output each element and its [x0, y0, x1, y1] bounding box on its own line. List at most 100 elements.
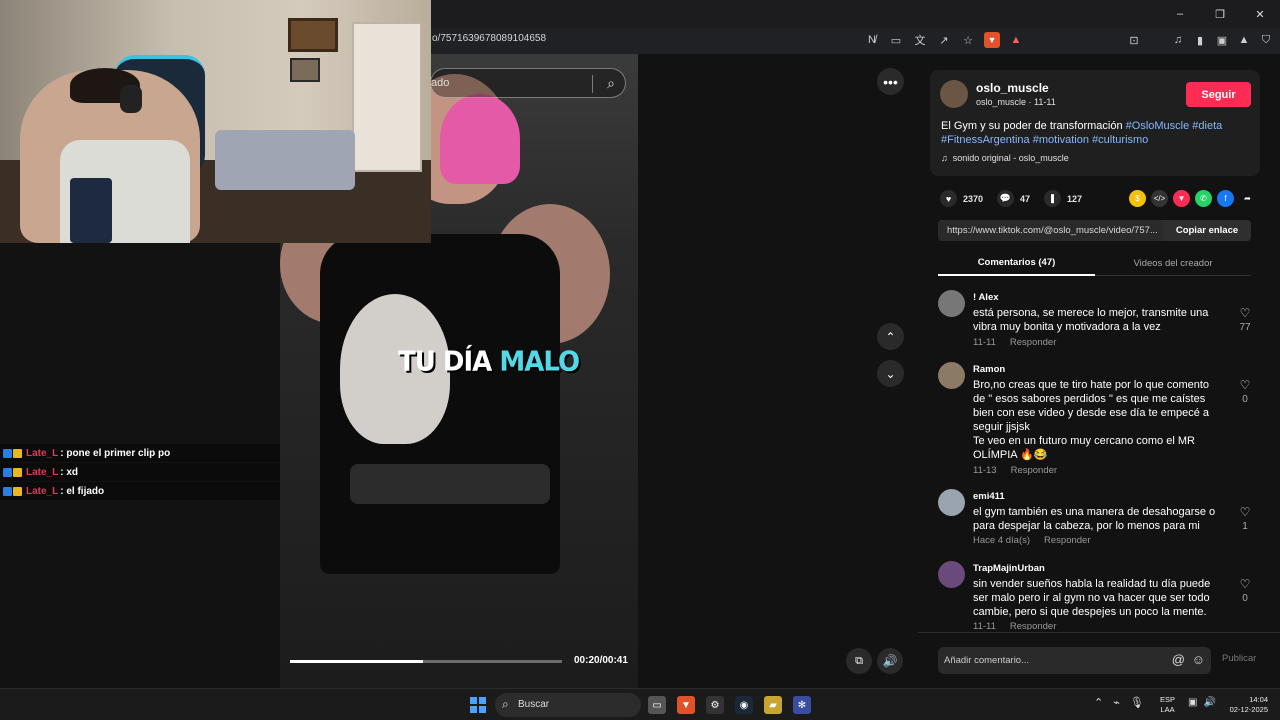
display-icon[interactable]: ▣ [1188, 697, 1197, 708]
music-icon[interactable]: ♫ [1170, 32, 1186, 48]
mention-icon[interactable]: @ [1172, 652, 1185, 667]
comment-count: 47 [1020, 193, 1031, 204]
reply-button[interactable]: Responder [1011, 465, 1057, 476]
video-link[interactable]: https://www.tiktok.com/@oslo_muscle/vide… [947, 225, 1167, 236]
chat-username: Late_L [26, 466, 59, 478]
url-text[interactable]: o/7571639678089104658 [432, 33, 546, 44]
send-icon[interactable]: ▼ [1173, 190, 1190, 207]
comment-date: Hace 4 día(s) [973, 535, 1031, 546]
video-scene [350, 464, 550, 504]
shield-icon[interactable]: ⛉ [1258, 32, 1274, 48]
screen-cast-icon[interactable]: ▭ [888, 32, 904, 48]
coin-share-icon[interactable]: $ [1129, 190, 1146, 207]
avatar[interactable] [940, 80, 968, 108]
webcam-scene [215, 130, 355, 190]
emoji-icon[interactable]: ☺ [1192, 652, 1205, 667]
hashtag[interactable]: #FitnessArgentina [941, 134, 1030, 146]
comment-username[interactable]: ! Alex [973, 292, 999, 303]
search-icon[interactable]: ⌕ [607, 75, 615, 92]
comment-like-button[interactable]: ♡ 0 [1234, 577, 1256, 604]
no-tracking-icon[interactable]: N̸ [864, 32, 880, 48]
search-box[interactable]: ado ⌕ [430, 68, 626, 98]
settings-icon[interactable]: ✻ [793, 696, 811, 714]
whatsapp-icon[interactable]: ✆ [1195, 190, 1212, 207]
description-text: El Gym y su poder de transformación [941, 120, 1126, 132]
caption-accent-text: MALO [499, 346, 580, 378]
author-username[interactable]: oslo_muscle [976, 81, 1049, 95]
language-indicator[interactable]: ESP LAA [1160, 695, 1175, 715]
hashtag[interactable]: #culturismo [1092, 134, 1148, 146]
comment-like-button[interactable]: ♡ 1 [1234, 505, 1256, 532]
comment-username[interactable]: TrapMajinUrban [973, 563, 1045, 574]
previous-video-button[interactable]: ⌃ [877, 323, 904, 350]
share-icon[interactable]: ↗ [936, 32, 952, 48]
comment-like-count: 77 [1239, 322, 1251, 333]
embed-icon[interactable]: </> [1151, 190, 1168, 207]
reply-button[interactable]: Responder [1010, 621, 1056, 630]
chat-message: Late_L : pone el primer clip po [0, 444, 280, 462]
wallet-icon[interactable]: ▣ [1214, 32, 1230, 48]
save-button[interactable]: ❚ 127 [1044, 190, 1082, 207]
avatar[interactable] [938, 290, 965, 317]
brave-browser-icon[interactable]: ▼ [677, 696, 695, 714]
avatar[interactable] [938, 489, 965, 516]
maximize-button[interactable]: ❐ [1200, 0, 1240, 28]
comment-like-button[interactable]: ♡ 77 [1234, 306, 1256, 333]
facebook-icon[interactable]: f [1217, 190, 1234, 207]
post-comment-button[interactable]: Publicar [1222, 653, 1256, 664]
reply-button[interactable]: Responder [1010, 337, 1056, 348]
vpn-icon[interactable]: ▲ [1236, 32, 1252, 48]
progress-fill [290, 660, 424, 663]
volume-button[interactable]: 🔊 [877, 648, 903, 674]
microphone-icon[interactable]: 🎙 [1130, 696, 1144, 709]
sound-link[interactable]: ♫ sonido original - oslo_muscle [941, 153, 1069, 163]
avatar[interactable] [938, 561, 965, 588]
hashtag[interactable]: #dieta [1192, 120, 1222, 132]
progress-bar[interactable] [290, 660, 562, 663]
hashtag[interactable]: #motivation [1033, 134, 1089, 146]
steam-icon[interactable]: ◉ [735, 696, 753, 714]
copy-link-button[interactable]: Copiar enlace [1163, 220, 1251, 241]
translate-icon[interactable]: 文 [912, 32, 928, 48]
taskbar-search[interactable]: ⌕ Buscar [495, 693, 641, 717]
clock[interactable]: 14:04 02-12-2025 [1226, 695, 1268, 715]
task-view-icon[interactable]: ▭ [648, 696, 666, 714]
tab-creator-videos[interactable]: Videos del creador [1095, 250, 1251, 276]
brave-shield-icon[interactable]: ▼ [984, 32, 1000, 48]
app-icon[interactable]: ⚙ [706, 696, 724, 714]
minimize-button[interactable]: – [1160, 0, 1200, 28]
volume-icon[interactable]: 🔊 [1203, 697, 1215, 708]
comment-like-button[interactable]: ♡ 0 [1234, 378, 1256, 405]
screenshot-icon[interactable]: ⊡ [1126, 32, 1142, 48]
hashtag[interactable]: #OsloMuscle [1126, 120, 1190, 132]
reply-button[interactable]: Responder [1044, 535, 1090, 546]
comment-username[interactable]: emi411 [973, 491, 1005, 502]
sidebar-icon[interactable]: ▮ [1192, 32, 1208, 48]
picture-in-picture-button[interactable]: ⧉ [846, 648, 872, 674]
file-explorer-icon[interactable]: ▰ [764, 696, 782, 714]
comment-username[interactable]: Ramon [973, 364, 1005, 375]
network-icon[interactable]: ⌁ [1113, 696, 1120, 709]
more-options-button[interactable]: ••• [877, 68, 904, 95]
comment-button[interactable]: 💬 47 [997, 190, 1030, 207]
screen: – ❐ ✕ o/7571639678089104658 N̸ ▭ 文 ↗ ☆ ▼… [0, 0, 1280, 720]
search-input[interactable]: ado [431, 77, 449, 89]
close-button[interactable]: ✕ [1240, 0, 1280, 28]
avatar[interactable] [938, 362, 965, 389]
badge-icon [13, 486, 22, 496]
comment-date: 11-11 [973, 337, 996, 348]
bookmark-icon[interactable]: ☆ [960, 32, 976, 48]
comment-text: el gym también es una manera de desahoga… [973, 506, 1216, 532]
next-video-button[interactable]: ⌄ [877, 360, 904, 387]
brave-rewards-icon[interactable]: ▲ [1008, 32, 1024, 48]
tab-comments[interactable]: Comentarios (47) [938, 250, 1095, 276]
badge-icon [3, 467, 12, 477]
share-arrow-icon[interactable]: ➦ [1239, 190, 1256, 207]
chevron-up-icon[interactable]: ⌃ [1094, 696, 1103, 709]
follow-button[interactable]: Seguir [1186, 82, 1251, 107]
like-button[interactable]: ♥ 2370 [940, 190, 983, 207]
video-caption: TU DÍA MALO [398, 346, 580, 378]
windows-start-icon[interactable] [470, 697, 486, 713]
stream-chat: Late_L : pone el primer clip po Late_L :… [0, 444, 280, 501]
comment-input[interactable]: Añadir comentario... @ ☺ [938, 647, 1211, 674]
